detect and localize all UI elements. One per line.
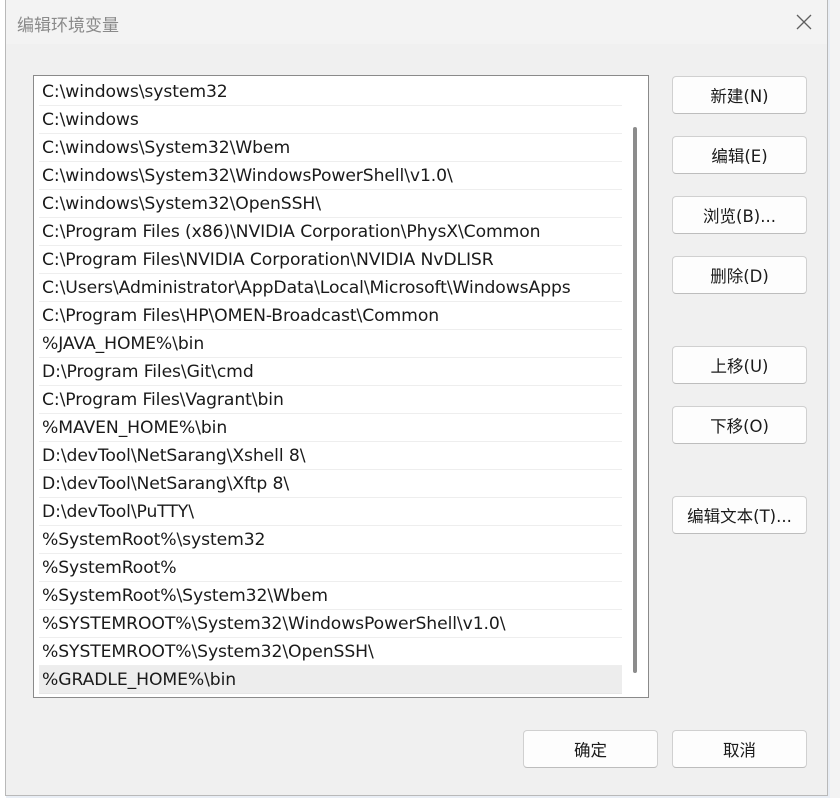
path-list-item[interactable]: %SystemRoot% [39,554,622,582]
path-list-item[interactable]: C:\windows\System32\Wbem [39,134,622,162]
path-list-item[interactable]: C:\windows\system32 [39,78,622,106]
edit-button[interactable]: 编辑(E) [672,136,807,174]
path-list-items: C:\windows\system32 C:\windows C:\windows\… [39,78,622,694]
path-list-item[interactable]: %GRADLE_HOME%\bin [39,666,622,694]
path-list-item[interactable]: %SystemRoot%\System32\Wbem [39,582,622,610]
path-list-item[interactable]: C:\windows\System32\WindowsPowerShell\v1… [39,162,622,190]
path-list-item[interactable]: %SystemRoot%\system32 [39,526,622,554]
path-list-item[interactable]: %SYSTEMROOT%\System32\OpenSSH\ [39,638,622,666]
path-list-item[interactable]: C:\Program Files\Vagrant\bin [39,386,622,414]
path-list-item[interactable]: C:\windows\System32\OpenSSH\ [39,190,622,218]
path-list-item[interactable]: D:\devTool\PuTTY\ [39,498,622,526]
title-bar: 编辑环境变量 [6,0,827,44]
path-list-item[interactable]: C:\Users\Administrator\AppData\Local\Mic… [39,274,622,302]
path-list-item[interactable]: C:\Program Files\HP\OMEN-Broadcast\Commo… [39,302,622,330]
path-list-item[interactable]: %JAVA_HOME%\bin [39,330,622,358]
move-down-button[interactable]: 下移(O) [672,406,807,444]
ok-button[interactable]: 确定 [523,730,658,768]
browse-button[interactable]: 浏览(B)... [672,196,807,234]
path-list-item[interactable]: D:\devTool\NetSarang\Xshell 8\ [39,442,622,470]
vertical-scrollbar[interactable] [632,79,638,693]
path-list[interactable]: C:\windows\system32 C:\windows C:\windows\… [33,75,649,698]
close-button[interactable] [787,6,821,38]
edit-text-button[interactable]: 编辑文本(T)... [672,496,807,534]
path-list-item[interactable]: C:\Program Files (x86)\NVIDIA Corporatio… [39,218,622,246]
path-list-item[interactable]: D:\Program Files\Git\cmd [39,358,622,386]
path-list-item[interactable]: C:\Program Files\NVIDIA Corporation\NVID… [39,246,622,274]
new-button[interactable]: 新建(N) [672,76,807,114]
dialog-title: 编辑环境变量 [17,16,119,36]
delete-button[interactable]: 删除(D) [672,256,807,294]
edit-environment-variable-dialog: 编辑环境变量 C:\windows\system32 C:\windows C:\w… [5,0,828,796]
path-list-item[interactable]: %MAVEN_HOME%\bin [39,414,622,442]
scrollbar-thumb[interactable] [633,127,637,673]
path-list-item[interactable]: D:\devTool\NetSarang\Xftp 8\ [39,470,622,498]
path-list-item[interactable]: %SYSTEMROOT%\System32\WindowsPowerShell\… [39,610,622,638]
path-list-item[interactable]: C:\windows [39,106,622,134]
cancel-button[interactable]: 取消 [672,730,807,768]
close-icon [796,14,812,30]
move-up-button[interactable]: 上移(U) [672,346,807,384]
background-window-edge-right [830,0,840,798]
